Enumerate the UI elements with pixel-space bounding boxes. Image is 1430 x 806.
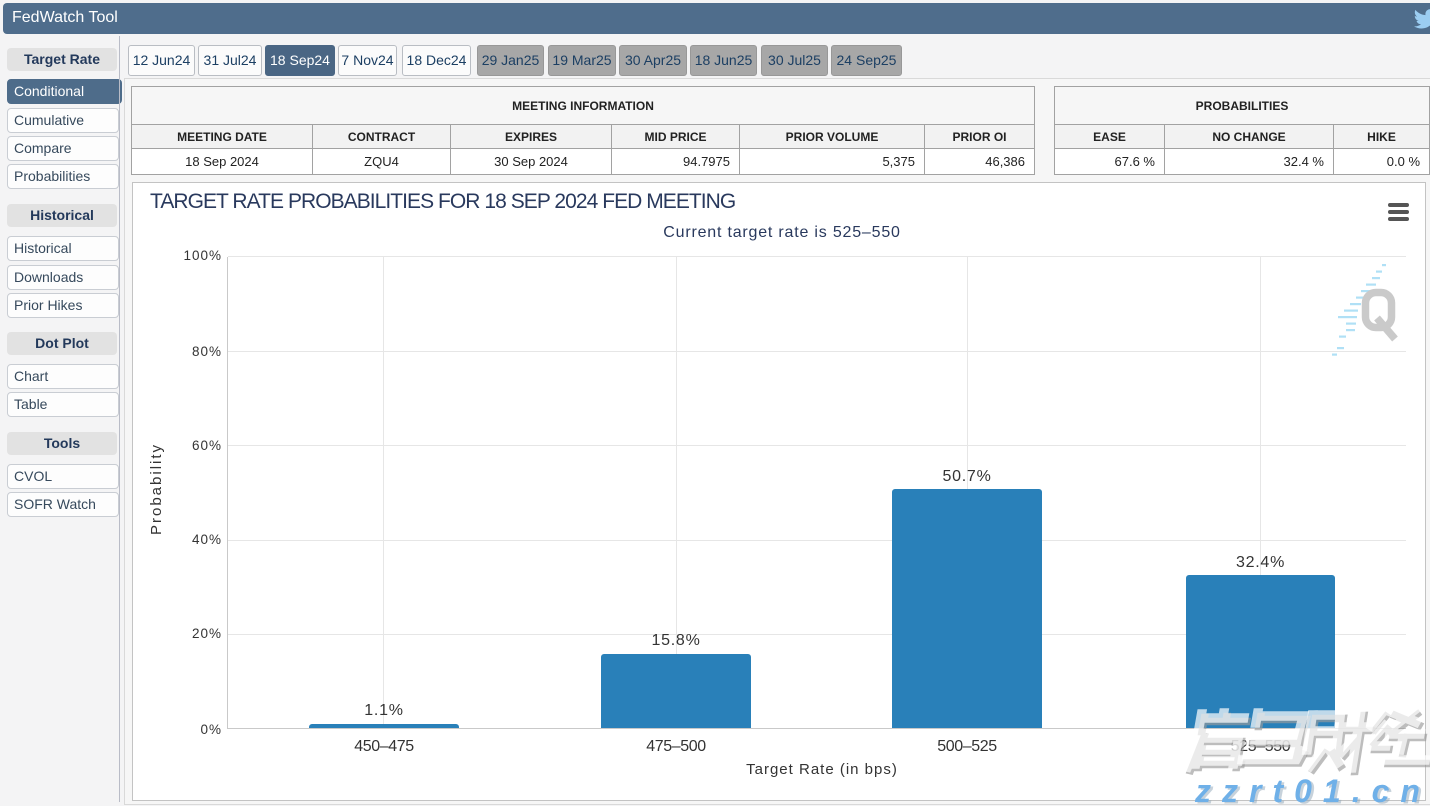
svg-text:zzrt01.cn: zzrt01.cn [1194, 773, 1430, 806]
